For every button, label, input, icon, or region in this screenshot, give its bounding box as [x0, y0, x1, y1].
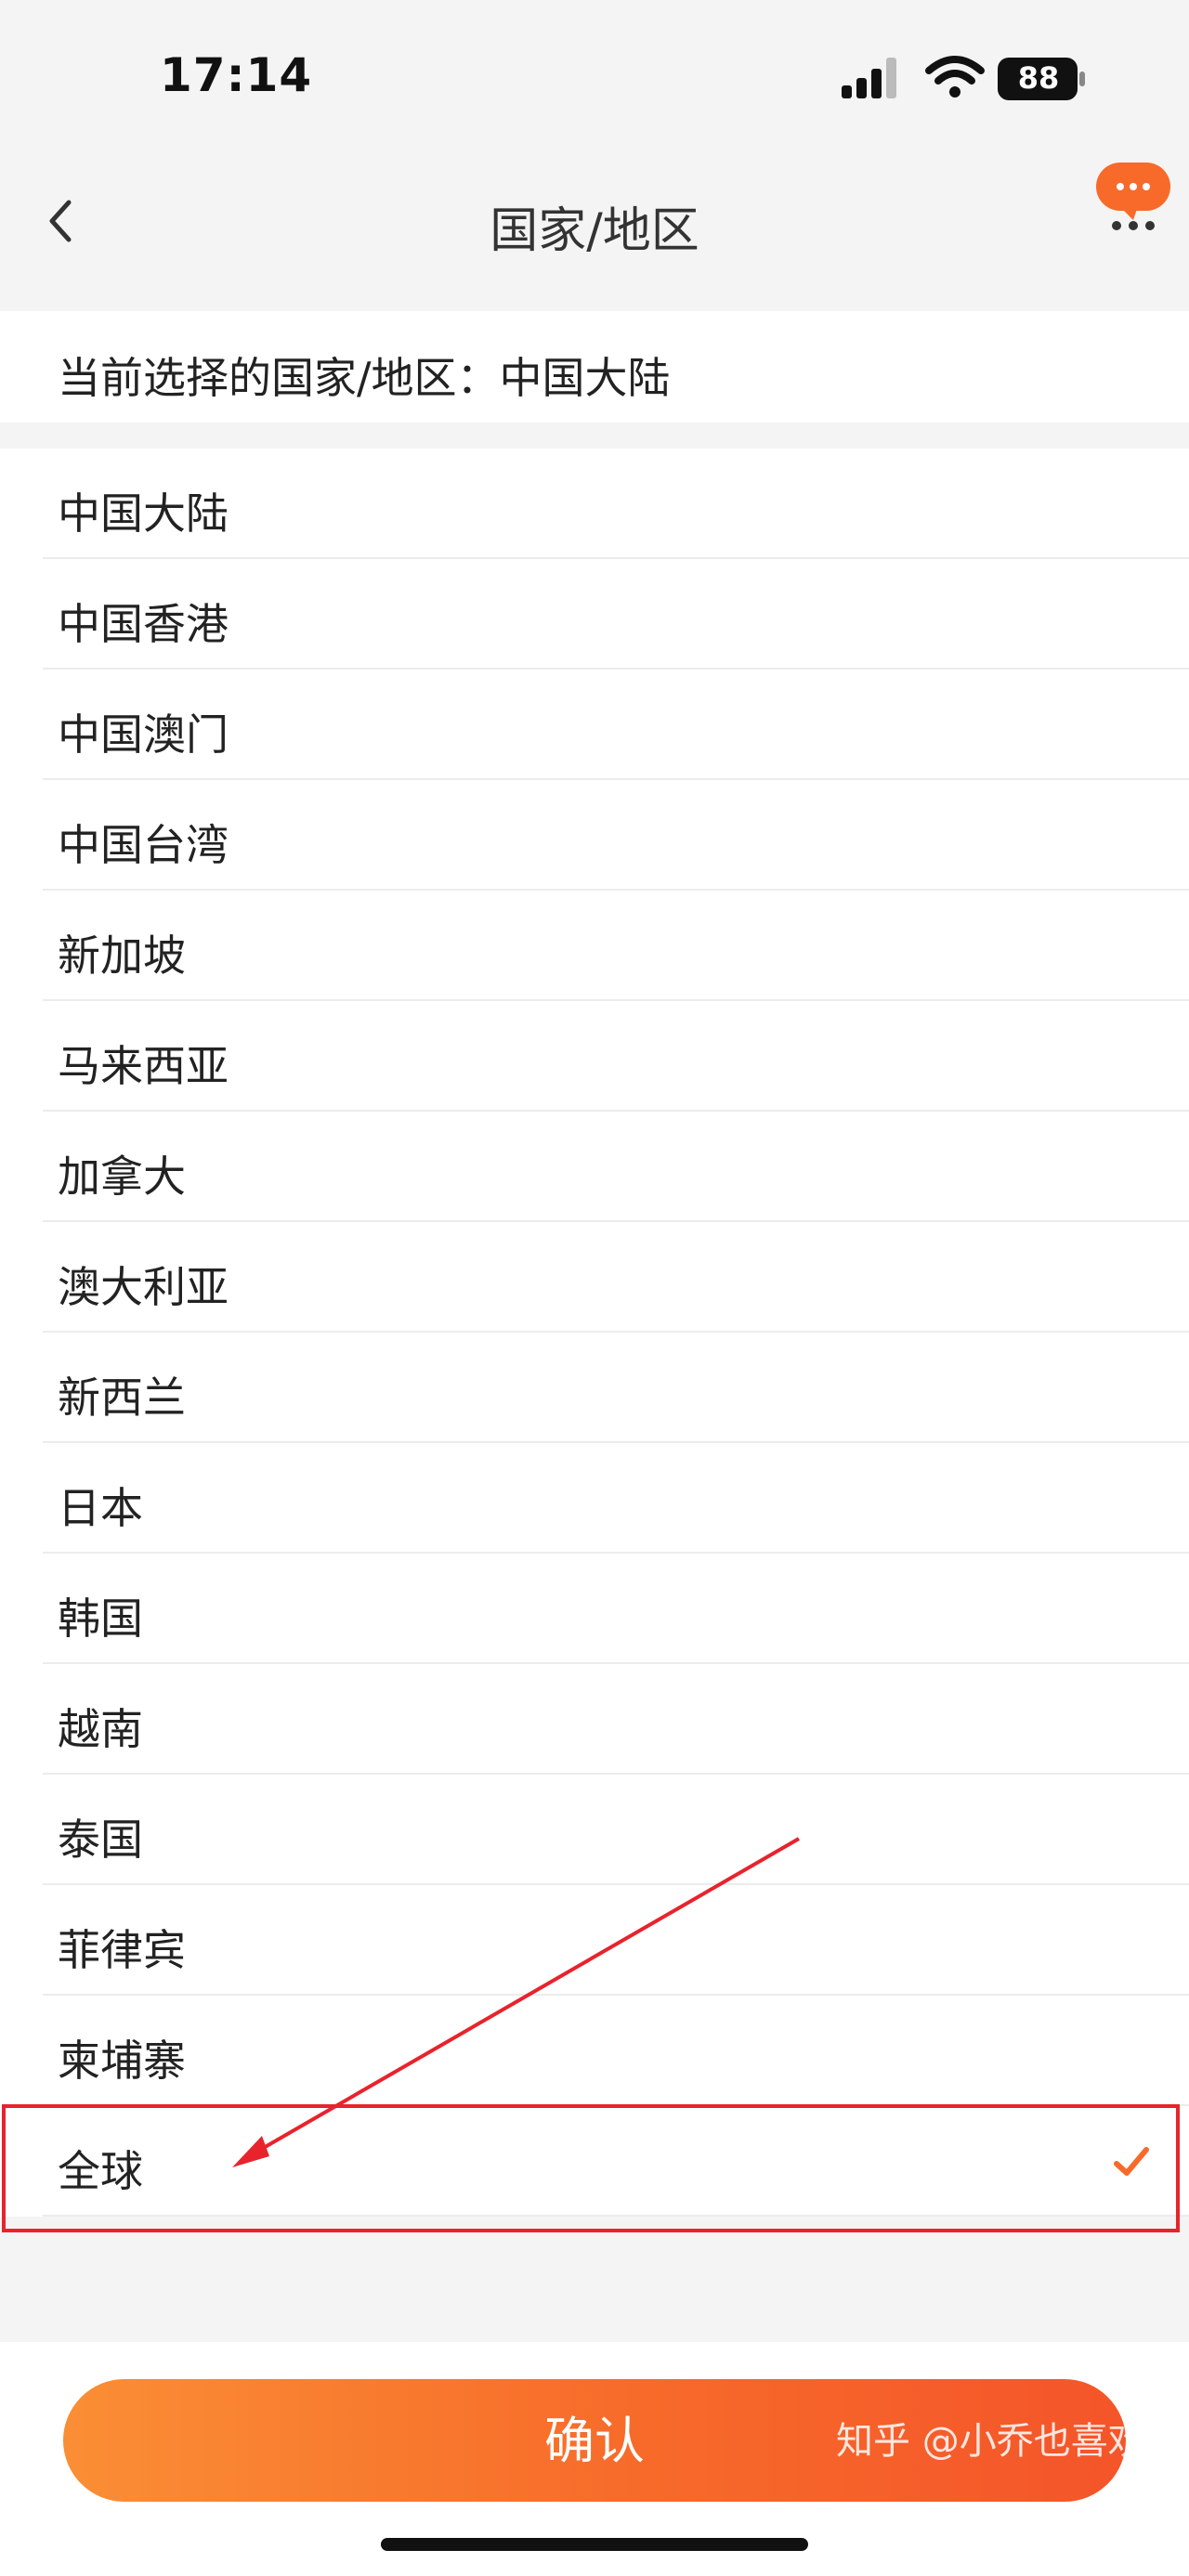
wifi-icon [925, 56, 985, 98]
region-list-item[interactable]: 新西兰 [0, 1333, 1189, 1443]
cellular-signal-icon [842, 58, 896, 98]
region-label: 中国大陆 [58, 488, 229, 539]
chat-more-icon [1096, 163, 1170, 230]
region-list-item[interactable]: 中国香港 [0, 559, 1189, 670]
current-selection-text: 当前选择的国家/地区：中国大陆 [58, 353, 671, 403]
region-list-item[interactable]: 中国大陆 [0, 449, 1189, 559]
annotation-highlight-box [2, 2104, 1180, 2232]
status-time: 17:14 [160, 48, 313, 102]
region-list-item[interactable]: 马来西亚 [0, 1001, 1189, 1112]
battery-level: 88 [1017, 60, 1060, 96]
region-label: 新西兰 [58, 1373, 186, 1423]
region-label: 马来西亚 [58, 1041, 229, 1091]
region-list-item[interactable]: 中国台湾 [0, 780, 1189, 891]
region-list-item[interactable]: 澳大利亚 [0, 1222, 1189, 1333]
region-list-item[interactable]: 菲律宾 [0, 1885, 1189, 1996]
region-list-item[interactable]: 越南 [0, 1664, 1189, 1775]
region-label: 澳大利亚 [58, 1262, 229, 1312]
page-title: 国家/地区 [490, 203, 699, 259]
current-selection-bar: 当前选择的国家/地区：中国大陆 [0, 311, 1189, 423]
region-list: 中国大陆中国香港中国澳门中国台湾新加坡马来西亚加拿大澳大利亚新西兰日本韩国越南泰… [0, 449, 1189, 2217]
region-label: 柬埔寨 [58, 2036, 186, 2086]
region-list-item[interactable]: 中国澳门 [0, 670, 1189, 780]
region-list-item[interactable]: 新加坡 [0, 891, 1189, 1001]
chat-more-button[interactable] [1096, 163, 1170, 237]
region-label: 中国澳门 [58, 709, 229, 760]
watermark: 知乎 @小乔也喜欢你 [836, 2420, 1182, 2463]
region-label: 泰国 [58, 1815, 143, 1865]
region-label: 新加坡 [58, 930, 186, 981]
region-label: 日本 [58, 1483, 143, 1533]
region-label: 菲律宾 [58, 1925, 186, 1975]
region-label: 韩国 [58, 1594, 143, 1644]
status-bar: 17:14 88 [0, 0, 1189, 158]
region-list-item[interactable]: 加拿大 [0, 1112, 1189, 1222]
region-list-item[interactable]: 韩国 [0, 1554, 1189, 1664]
region-list-item[interactable]: 泰国 [0, 1775, 1189, 1885]
region-label: 中国台湾 [58, 820, 229, 870]
region-list-item[interactable]: 柬埔寨 [0, 1996, 1189, 2106]
region-label: 越南 [58, 1704, 143, 1754]
region-label: 加拿大 [58, 1151, 186, 1202]
region-list-item[interactable]: 日本 [0, 1443, 1189, 1554]
home-indicator [381, 2538, 808, 2551]
region-label: 中国香港 [58, 599, 229, 649]
